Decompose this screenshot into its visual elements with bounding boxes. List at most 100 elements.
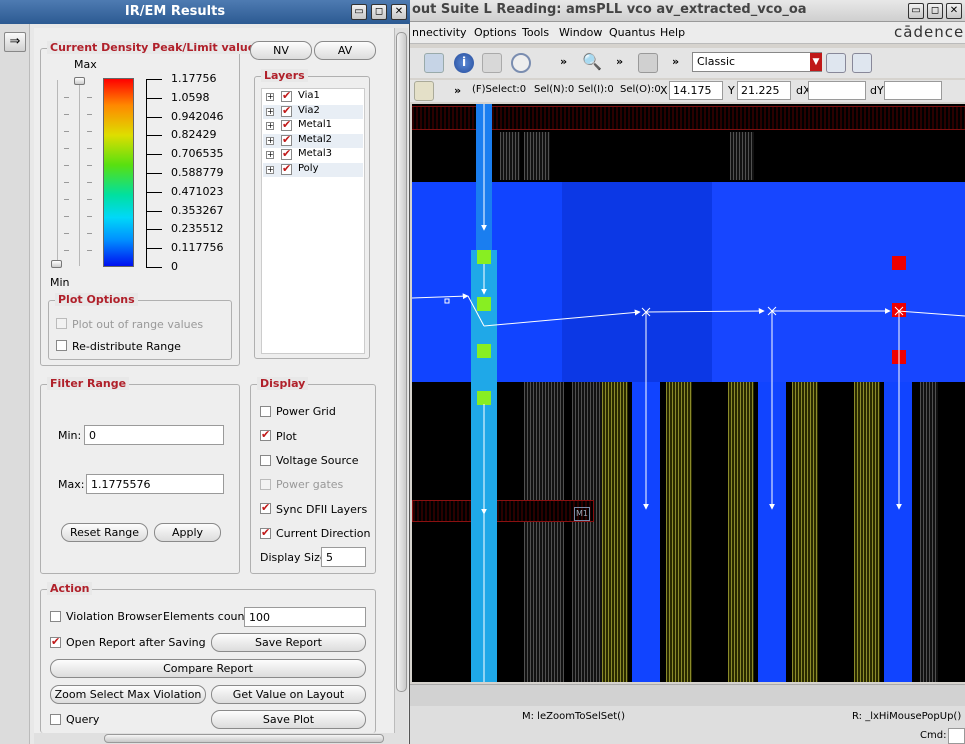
layout-titlebar[interactable]: out Suite L Reading: amsPLL vco av_extra… [410,0,965,22]
layer-row[interactable]: + Metal2 [263,133,363,148]
layout-close-button[interactable]: ✕ [946,3,962,19]
sel-o-count: Sel(O):0 [620,84,661,95]
av-button[interactable]: AV [314,41,376,60]
layer-row[interactable]: + Metal1 [263,118,363,133]
vertical-scrollbar[interactable] [394,28,408,733]
voltage-source-checkbox[interactable] [260,455,271,466]
zoom-max-violation-button[interactable]: Zoom Select Max Violation [50,685,206,704]
nv-button[interactable]: NV [250,41,312,60]
layout-minimize-button[interactable]: ▭ [908,3,924,19]
select-dropdown-arrow-icon[interactable]: ▼ [810,53,822,71]
ruler-icon[interactable] [424,53,444,73]
min-range-input[interactable]: 0 [84,425,224,445]
x-coordinate-field[interactable]: 14.175 [669,81,723,100]
reset-range-button[interactable]: Reset Range [61,523,148,542]
layout-canvas[interactable]: M1 [412,104,965,682]
cmd-label: Cmd: [920,730,947,741]
layer-checkbox[interactable] [281,147,292,160]
close-button[interactable]: ✕ [391,4,407,20]
redistribute-range-checkbox[interactable] [56,340,67,351]
workspace-select[interactable]: Classic [692,52,822,72]
info-icon[interactable]: i [454,53,474,73]
cmd-input[interactable] [948,728,965,744]
layer-row[interactable]: + Via1 [263,89,363,104]
slider-tick [87,148,92,149]
rotate-icon[interactable] [511,53,531,73]
max-range-input[interactable]: 1.1775576 [86,474,224,494]
open-report-checkbox[interactable] [50,635,61,648]
menu-quantus[interactable]: Quantus [609,26,655,39]
current-direction-checkbox[interactable] [260,526,271,539]
expand-icon[interactable]: + [266,107,274,116]
align-icon[interactable] [482,53,502,73]
overflow-chevron-icon-3[interactable]: » [672,55,679,68]
plot-out-of-range-label: Plot out of range values [72,318,204,331]
layer-checkbox[interactable] [281,133,292,146]
overflow-chevron-icon-4[interactable]: » [454,84,461,97]
scale-tick [146,211,162,212]
menu-connectivity[interactable]: nnectivity [412,26,467,39]
menu-tools[interactable]: Tools [522,26,549,39]
scale-tick [146,79,162,80]
layout-maximize-button[interactable]: ◻ [927,3,943,19]
layer-row[interactable]: + Metal3 [263,147,363,162]
scale-value: 0.588779 [171,166,224,179]
expand-icon[interactable]: + [266,136,274,145]
menu-window[interactable]: Window [559,26,602,39]
delete-workspace-icon[interactable] [852,53,872,73]
overflow-chevron-icon-2[interactable]: » [616,55,623,68]
max-slider-handle[interactable] [74,77,85,85]
layer-row[interactable]: + Via2 [263,104,363,119]
minimize-button[interactable]: ▭ [351,4,367,20]
expand-icon[interactable]: + [266,93,274,101]
range-slider-track[interactable] [79,80,80,266]
elements-count-input[interactable]: 100 [244,607,366,627]
scale-value: 0.942046 [171,110,224,123]
violation-browser-checkbox[interactable] [50,611,61,622]
slider-tick [64,216,69,217]
layer-checkbox[interactable] [281,89,292,102]
sync-dfii-layers-checkbox[interactable] [260,501,271,514]
slider-tick [64,199,69,200]
power-grid-checkbox[interactable] [260,406,271,417]
slider-tick [87,114,92,115]
layer-checkbox[interactable] [281,104,292,117]
dy-field[interactable] [884,81,942,100]
expand-arrow-icon[interactable]: ⇒ [4,32,26,52]
expand-icon[interactable]: + [266,165,274,174]
expand-icon[interactable]: + [266,122,274,130]
overflow-chevron-icon[interactable]: » [560,55,567,68]
min-slider-handle[interactable] [51,260,62,268]
zoom-icon[interactable]: 🔍 [582,52,602,72]
get-value-layout-button[interactable]: Get Value on Layout [211,685,366,704]
plot-out-of-range-checkbox[interactable] [56,318,67,329]
apply-button[interactable]: Apply [154,523,221,542]
plot-options-title: Plot Options [55,293,138,306]
layer-checkbox[interactable] [281,162,292,175]
maximize-button[interactable]: ◻ [371,4,387,20]
compare-report-button[interactable]: Compare Report [50,659,366,678]
query-checkbox[interactable] [50,714,61,725]
scrollbar-thumb[interactable] [396,32,407,692]
irem-titlebar[interactable]: IR/EM Results ▭ ◻ ✕ [0,0,410,24]
save-workspace-icon[interactable] [826,53,846,73]
power-gates-checkbox[interactable] [260,479,271,490]
layer-checkbox[interactable] [281,118,292,131]
display-size-input[interactable]: 5 [321,547,366,567]
slider-tick [87,165,92,166]
y-coordinate-field[interactable]: 21.225 [737,81,791,100]
save-report-button[interactable]: Save Report [211,633,366,652]
expand-icon[interactable]: + [266,151,274,159]
menu-help[interactable]: Help [660,26,685,39]
plot-checkbox[interactable] [260,428,271,441]
save-plot-button[interactable]: Save Plot [211,710,366,729]
hscroll-thumb[interactable] [104,734,384,743]
pencil-icon[interactable] [414,81,434,101]
display-size-label: Display Size [260,551,327,564]
create-pin-icon[interactable] [638,53,658,73]
horizontal-scrollbar[interactable] [34,733,408,744]
layer-row[interactable]: + Poly [263,162,363,177]
dx-field[interactable] [808,81,866,100]
status-bar: M: leZoomToSelSet() R: _lxHiMousePopUp()… [410,684,965,744]
menu-options[interactable]: Options [474,26,516,39]
